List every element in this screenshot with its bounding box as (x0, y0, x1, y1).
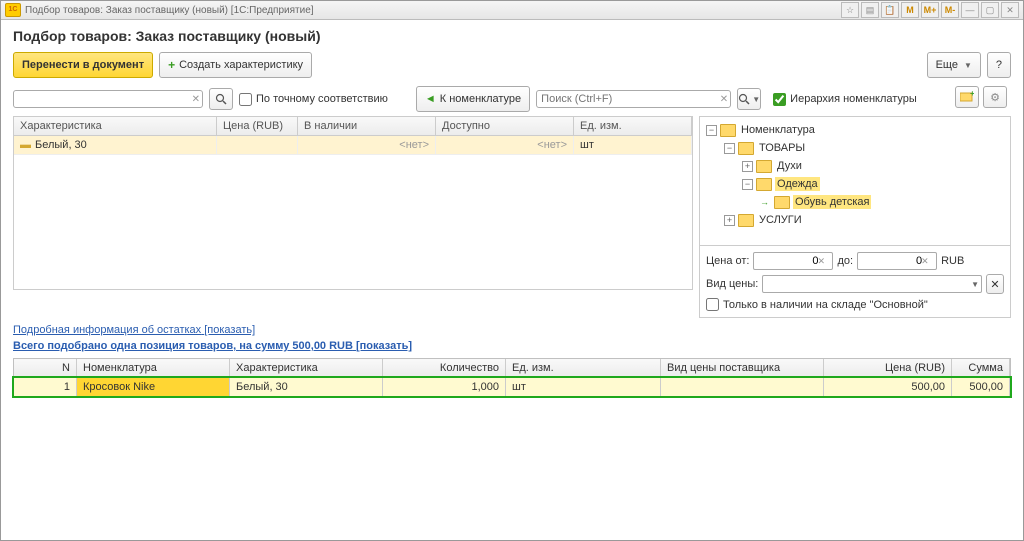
price-to-label: до: (837, 255, 853, 267)
folder-plus-icon: + (960, 91, 974, 103)
nomenclature-search-input[interactable] (536, 90, 731, 108)
add-folder-button[interactable]: + (955, 86, 979, 108)
titlebar-calc-icon[interactable]: ▤ (861, 2, 879, 18)
currency-label: RUB (941, 255, 964, 267)
hierarchy-checkbox[interactable]: Иерархия номенклатуры (773, 93, 917, 106)
chevron-down-icon: ▼ (752, 95, 760, 104)
clear-icon[interactable]: ✕ (192, 94, 200, 105)
chevron-down-icon: ▼ (964, 61, 972, 70)
col-available[interactable]: Доступно (436, 117, 574, 135)
help-button[interactable]: ? (987, 52, 1011, 78)
table-row[interactable]: 1 Кросовок Nike Белый, 30 1,000 шт 500,0… (14, 378, 1010, 396)
chevron-down-icon: ▼ (971, 280, 979, 289)
clear-icon[interactable]: ✕ (720, 94, 728, 105)
transfer-to-document-button[interactable]: Перенести в документ (13, 52, 153, 78)
magnifier-icon (215, 93, 227, 105)
close-icon[interactable]: ✕ (1001, 2, 1019, 18)
col-price-type[interactable]: Вид цены поставщика (661, 359, 824, 377)
folder-icon (720, 124, 736, 137)
minimize-icon[interactable]: — (961, 2, 979, 18)
search-button[interactable]: ▼ (737, 88, 761, 110)
col-uom[interactable]: Ед. изм. (506, 359, 661, 377)
tree-collapse-icon[interactable]: − (724, 143, 735, 154)
only-in-stock-checkbox[interactable]: Только в наличии на складе "Основной" (706, 298, 1004, 311)
search-button[interactable] (209, 88, 233, 110)
folder-icon (756, 178, 772, 191)
col-price[interactable]: Цена (RUB) (217, 117, 298, 135)
memory-mplus-button[interactable]: M+ (921, 2, 939, 18)
plus-icon: + (168, 58, 175, 72)
characteristics-table[interactable]: Характеристика Цена (RUB) В наличии Дост… (13, 116, 693, 290)
tree-expand-icon[interactable]: + (724, 215, 735, 226)
characteristic-search[interactable]: ✕ (13, 90, 203, 108)
clear-price-type-button[interactable]: ✕ (986, 274, 1004, 294)
page-title: Подбор товаров: Заказ поставщику (новый) (13, 28, 1011, 44)
selected-items-table[interactable]: N Номенклатура Характеристика Количество… (13, 358, 1011, 397)
gear-icon: ⚙ (990, 91, 1000, 104)
clear-icon[interactable]: ✕ (817, 256, 825, 266)
memory-m-button[interactable]: M (901, 2, 919, 18)
folder-icon (738, 142, 754, 155)
nomenclature-search[interactable]: ✕ (536, 90, 731, 108)
summary-link[interactable]: Всего подобрано одна позиция товаров, на… (13, 340, 412, 352)
folder-icon (738, 214, 754, 227)
window-title: Подбор товаров: Заказ поставщику (новый)… (25, 5, 314, 16)
tree-collapse-icon[interactable]: − (706, 125, 717, 136)
magnifier-icon (738, 93, 750, 105)
col-sum[interactable]: Сумма (952, 359, 1010, 377)
titlebar-clipboard-icon[interactable]: 📋 (881, 2, 899, 18)
arrow-left-icon: ◄ (425, 93, 436, 105)
exact-match-checkbox[interactable]: По точному соответствию (239, 93, 388, 106)
memory-mminus-button[interactable]: M- (941, 2, 959, 18)
characteristic-search-input[interactable] (13, 90, 203, 108)
price-type-label: Вид цены: (706, 278, 758, 290)
nomenclature-tree[interactable]: −Номенклатура −ТОВАРЫ +Духи −Одежда →Обу… (699, 116, 1011, 246)
folder-icon (774, 196, 790, 209)
col-characteristic[interactable]: Характеристика (14, 117, 217, 135)
svg-text:+: + (970, 91, 974, 98)
maximize-icon[interactable]: ▢ (981, 2, 999, 18)
window-titlebar: 1C Подбор товаров: Заказ поставщику (нов… (1, 1, 1023, 20)
price-filter-block: Цена от: ✕ до: ✕ RUB Вид цены: ▼ ✕ Тольк… (699, 246, 1011, 318)
col-price[interactable]: Цена (RUB) (824, 359, 952, 377)
arrow-right-icon: → (760, 197, 769, 207)
folder-icon (756, 160, 772, 173)
col-uom[interactable]: Ед. изм. (574, 117, 692, 135)
item-marker-icon: ▬ (20, 139, 31, 151)
titlebar-star-icon[interactable]: ☆ (841, 2, 859, 18)
app-logo-icon: 1C (5, 3, 21, 17)
clear-icon[interactable]: ✕ (921, 256, 929, 266)
col-nomenclature[interactable]: Номенклатура (77, 359, 230, 377)
to-nomenclature-button[interactable]: ◄ К номенклатуре (416, 86, 530, 112)
col-stock[interactable]: В наличии (298, 117, 436, 135)
col-quantity[interactable]: Количество (383, 359, 506, 377)
col-characteristic[interactable]: Характеристика (230, 359, 383, 377)
stock-details-link[interactable]: Подробная информация об остатках [показа… (13, 324, 255, 336)
col-n[interactable]: N (14, 359, 77, 377)
more-menu-button[interactable]: Еще▼ (927, 52, 981, 78)
price-type-dropdown[interactable]: ▼ (762, 275, 982, 293)
price-from-label: Цена от: (706, 255, 749, 267)
tree-expand-icon[interactable]: + (742, 161, 753, 172)
table-row[interactable]: ▬ Белый, 30 <нет> <нет> шт (14, 136, 692, 155)
tree-collapse-icon[interactable]: − (742, 179, 753, 190)
settings-button[interactable]: ⚙ (983, 86, 1007, 108)
create-characteristic-button[interactable]: +Создать характеристику (159, 52, 312, 78)
